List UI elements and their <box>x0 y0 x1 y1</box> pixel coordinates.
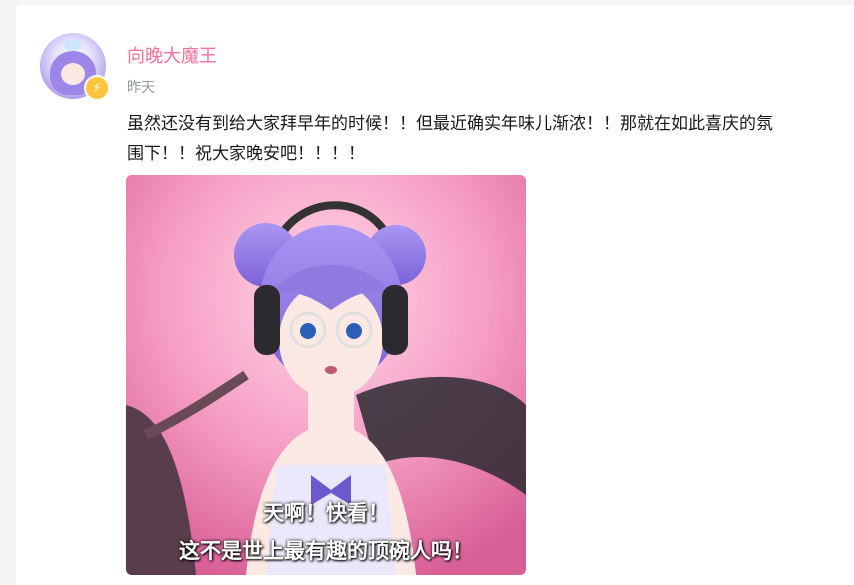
image-caption-line1: 天啊！快看！ <box>263 501 389 525</box>
lightning-icon: ⚡ <box>84 75 110 101</box>
post-text: 虽然还没有到给大家拜早年的时候！！但最近确实年味儿渐浓！！那就在如此喜庆的氛围下… <box>127 114 773 164</box>
post-time[interactable]: 昨天 <box>127 77 155 97</box>
image-caption-line2: 这不是世上最有趣的顶碗人吗！ <box>179 539 473 563</box>
author-name[interactable]: 向晚大魔王 <box>127 42 217 68</box>
post-card: ⚡ 向晚大魔王 昨天 虽然还没有到给大家拜早年的时候！！但最近确实年味儿渐浓！！… <box>16 5 854 585</box>
post-image[interactable]: 天啊！快看！ 这不是世上最有趣的顶碗人吗！ <box>126 175 526 575</box>
avatar[interactable]: ⚡ <box>40 33 110 101</box>
